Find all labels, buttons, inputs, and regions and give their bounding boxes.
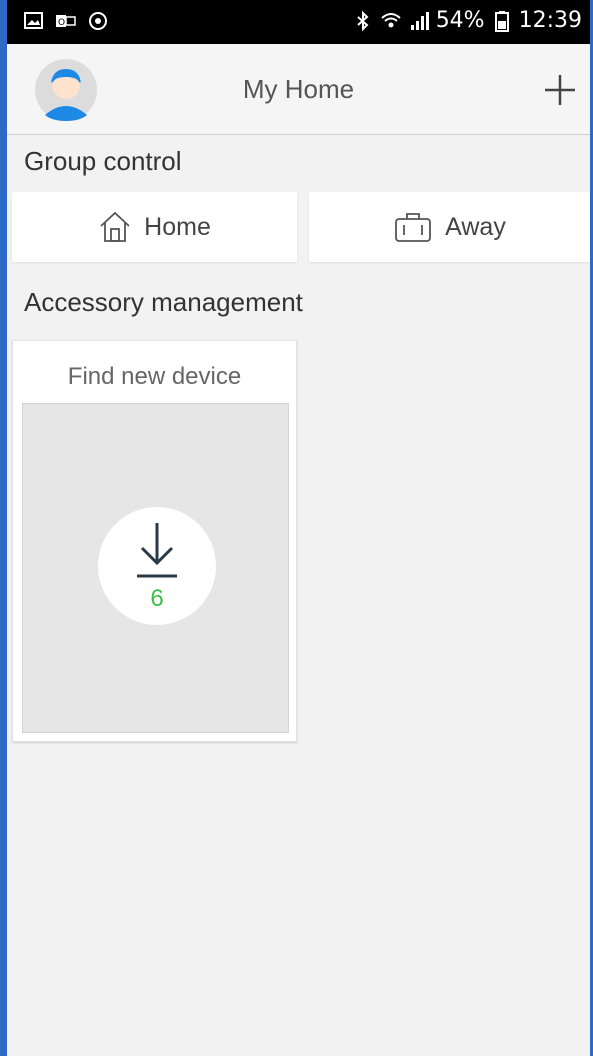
bluetooth-icon: [357, 10, 369, 31]
clock: 12:39: [518, 8, 582, 33]
page-title: My Home: [242, 74, 355, 104]
battery-percent: 54%: [435, 8, 485, 33]
status-bar: O 54% 12:39: [7, 0, 590, 44]
window-frame-left: [0, 0, 7, 1056]
outlook-icon: O: [56, 15, 76, 28]
home-mode-button[interactable]: Home: [12, 192, 297, 262]
accessory-management-heading: Accessory management: [24, 287, 303, 317]
battery-icon: [494, 10, 509, 32]
device-count-badge[interactable]: 6: [98, 507, 216, 625]
image-icon: [24, 12, 43, 29]
status-icons-left: O: [23, 10, 109, 32]
card-content: 6: [22, 403, 289, 733]
sync-icon: [89, 12, 107, 30]
away-mode-label: Away: [445, 212, 506, 241]
find-new-device-card[interactable]: Find new device 6: [12, 340, 297, 742]
away-mode-button[interactable]: Away: [309, 192, 590, 262]
home-mode-label: Home: [144, 212, 211, 241]
download-icon: [137, 523, 177, 578]
group-control-heading: Group control: [24, 146, 182, 176]
plus-icon[interactable]: [542, 72, 578, 108]
house-icon: [100, 211, 130, 242]
svg-text:O: O: [58, 18, 65, 28]
signal-icon: [410, 11, 429, 30]
wifi-icon: [381, 12, 401, 27]
suitcase-icon: [395, 213, 432, 242]
device-count: 6: [150, 585, 164, 612]
card-title: Find new device: [67, 363, 242, 390]
app-header: My Home: [7, 44, 590, 135]
status-icons-right: 54% 12:39: [352, 8, 582, 33]
